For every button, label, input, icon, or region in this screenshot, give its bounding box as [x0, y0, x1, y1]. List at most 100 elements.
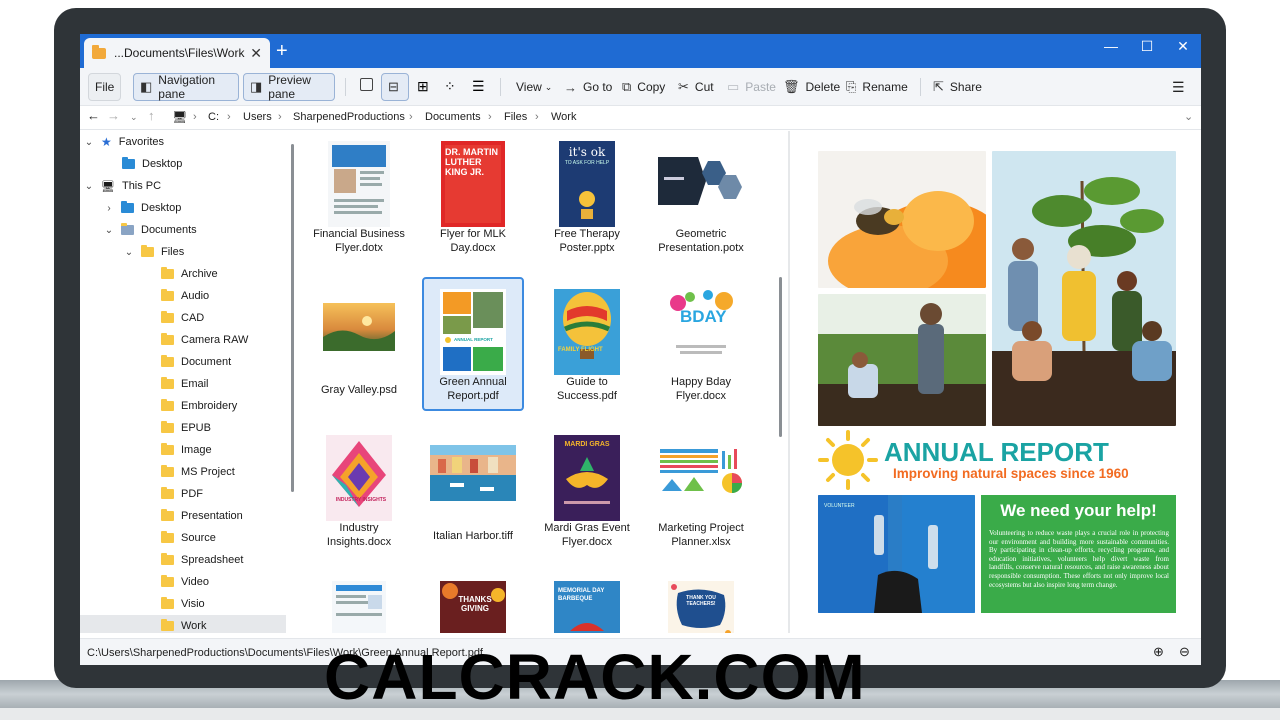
sidebar-item-pdf[interactable]: PDF	[80, 483, 286, 505]
file-item[interactable]: DR. MARTIN LUTHER KING JR. Flyer for MLK…	[422, 131, 524, 265]
file-item[interactable]: BDAY Happy Bday Flyer.docx	[650, 279, 752, 413]
cut-button[interactable]: ✂ Cut	[672, 73, 720, 101]
share-button[interactable]: ⇱ Share	[927, 73, 988, 101]
folder-icon	[161, 597, 174, 609]
zoom-out-icon[interactable]: ⊖	[1179, 644, 1190, 660]
sidebar-item-spreadsheet[interactable]: Spreadsheet	[80, 549, 286, 571]
sidebar-item-image[interactable]: Image	[80, 439, 286, 461]
minimize-button[interactable]: —	[1093, 38, 1129, 54]
document-thumbnail	[668, 289, 734, 375]
medium-icons-icon[interactable]: ⊞	[417, 78, 433, 94]
preview-volunteers-photo	[818, 495, 975, 613]
presentation-thumbnail	[658, 157, 744, 205]
sidebar-item-email[interactable]: Email	[80, 373, 286, 395]
sidebar-item-desktop[interactable]: › Desktop	[80, 197, 286, 219]
file-item[interactable]: INDUSTRY INSIGHTS Industry Insights.docx	[308, 425, 410, 559]
file-item-partial[interactable]: THANKS GIVING	[422, 571, 524, 633]
preview-pane-button[interactable]: ◨ Preview pane	[243, 73, 335, 101]
maximize-button[interactable]: ☐	[1129, 38, 1165, 55]
file-item[interactable]: Marketing Project Planner.xlsx	[650, 425, 752, 559]
file-item-partial[interactable]: MEMORIAL DAY BARBEQUE	[536, 571, 638, 633]
sidebar-item-label: PDF	[181, 488, 203, 500]
up-arrow-icon[interactable]: ↑	[148, 108, 155, 123]
delete-button[interactable]: 🗑 Delete	[777, 73, 846, 101]
file-item[interactable]: it's ok TO ASK FOR HELP Free Therapy Post…	[536, 131, 638, 265]
help-body: Volunteering to reduce waste plays a cru…	[989, 529, 1169, 589]
sidebar-item-embroidery[interactable]: Embroidery	[80, 395, 286, 417]
zoom-in-icon[interactable]: ⊕	[1153, 644, 1164, 660]
file-item[interactable]: Italian Harbor.tiff	[422, 425, 524, 559]
documents-folder-icon	[121, 223, 134, 235]
file-item[interactable]: MARDI GRAS Mardi Gras Event Flyer.docx	[536, 425, 638, 559]
sidebar-item-this-pc[interactable]: ⌄ 🖥 This PC	[80, 175, 286, 197]
tab-close-button[interactable]: ✕	[250, 45, 262, 62]
navigation-scrollbar[interactable]	[291, 144, 294, 492]
breadcrumb-sharpenedproductions[interactable]: SharpenedProductions	[293, 111, 405, 123]
sidebar-item-presentation[interactable]: Presentation	[80, 505, 286, 527]
copy-icon: ⧉	[622, 79, 632, 94]
sidebar-item-epub[interactable]: EPUB	[80, 417, 286, 439]
breadcrumb-work[interactable]: Work	[551, 111, 576, 123]
paste-button[interactable]: ▭ Paste	[721, 73, 782, 101]
close-button[interactable]: ✕	[1165, 38, 1201, 55]
single-pane-icon[interactable]	[360, 78, 376, 94]
mardi-thumbnail-text: MARDI GRAS	[564, 441, 610, 448]
sidebar-item-source[interactable]: Source	[80, 527, 286, 549]
sidebar-item-archive[interactable]: Archive	[80, 263, 286, 285]
details-layout-button[interactable]: ⊟	[381, 73, 409, 101]
small-icons-icon[interactable]: ⁘	[444, 78, 460, 94]
folder-icon	[161, 531, 174, 543]
file-menu-button[interactable]: File	[88, 73, 122, 101]
tab-work[interactable]: ...Documents\Files\Work ✕	[84, 38, 270, 68]
document-thumbnail	[332, 581, 386, 633]
address-dropdown-icon[interactable]: ⌄	[1184, 110, 1193, 123]
go-to-button[interactable]: → Go to	[558, 73, 618, 101]
sidebar-item-work[interactable]: Work	[80, 615, 286, 633]
sidebar-item-audio[interactable]: Audio	[80, 285, 286, 307]
memorial-thumbnail-text: MEMORIAL DAY BARBEQUE	[558, 588, 605, 602]
file-item[interactable]: Financial Business Flyer.dotx	[308, 131, 410, 265]
chevron-down-icon: ⌄	[84, 180, 94, 192]
file-item[interactable]: Geometric Presentation.potx	[650, 131, 752, 265]
sidebar-item-documents[interactable]: ⌄ Documents	[80, 219, 286, 241]
sidebar-item-video[interactable]: Video	[80, 571, 286, 593]
new-tab-button[interactable]: +	[276, 40, 288, 62]
file-name: Industry Insights.docx	[326, 522, 392, 548]
sidebar-item-files[interactable]: ⌄ Files	[80, 241, 286, 263]
sidebar-item-document[interactable]: Document	[80, 351, 286, 373]
menu-button[interactable]: ☰	[1166, 73, 1191, 101]
breadcrumb-files[interactable]: Files	[504, 111, 527, 123]
sidebar-item-visio[interactable]: Visio	[80, 593, 286, 615]
file-item[interactable]: Gray Valley.psd	[308, 279, 410, 413]
sidebar-item-label: Audio	[181, 290, 210, 302]
breadcrumb-documents[interactable]: Documents	[425, 111, 481, 123]
computer-icon: 🖥	[172, 110, 188, 124]
copy-button[interactable]: ⧉ Copy	[616, 73, 671, 101]
sidebar-item-ms-project[interactable]: MS Project	[80, 461, 286, 483]
navigation-pane-button[interactable]: ◧ Navigation pane	[133, 73, 239, 101]
list-view-icon[interactable]: ☰	[472, 78, 488, 94]
file-item-selected[interactable]: ANNUAL REPORT Green Annual Report.pdf	[422, 277, 524, 411]
back-arrow-icon[interactable]: ←	[87, 108, 100, 123]
breadcrumb-c[interactable]: C:	[208, 111, 219, 123]
file-item-partial[interactable]: THANK YOU TEACHERS!	[650, 571, 752, 633]
pane-divider[interactable]	[788, 131, 790, 633]
file-grid-scrollbar[interactable]	[779, 277, 782, 437]
sidebar-item-cad[interactable]: CAD	[80, 307, 286, 329]
rename-button[interactable]: ⎘ Rename	[840, 73, 914, 101]
file-item-partial[interactable]	[308, 571, 410, 633]
file-item[interactable]: FAMILY FLIGHT Guide to Success.pdf	[536, 279, 638, 413]
sidebar-item-desktop-favorite[interactable]: Desktop	[80, 153, 286, 175]
volunteer-shirt-label: VOLUNTEER	[824, 503, 855, 509]
report-title: ANNUAL REPORT	[884, 437, 1109, 467]
recent-chevron-icon[interactable]: ⌄	[130, 112, 138, 123]
sidebar-item-camera-raw[interactable]: Camera RAW	[80, 329, 286, 351]
document-thumbnail	[440, 289, 506, 375]
forward-arrow-icon[interactable]: →	[107, 108, 120, 123]
sidebar-item-favorites[interactable]: ⌄ ★ Favorites	[80, 131, 286, 153]
folder-icon	[161, 487, 174, 499]
view-button[interactable]: View ⌄	[510, 73, 558, 101]
sidebar-item-label: Desktop	[142, 158, 183, 170]
chevron-down-icon: ⌄	[544, 81, 553, 92]
breadcrumb-users[interactable]: Users	[243, 111, 272, 123]
